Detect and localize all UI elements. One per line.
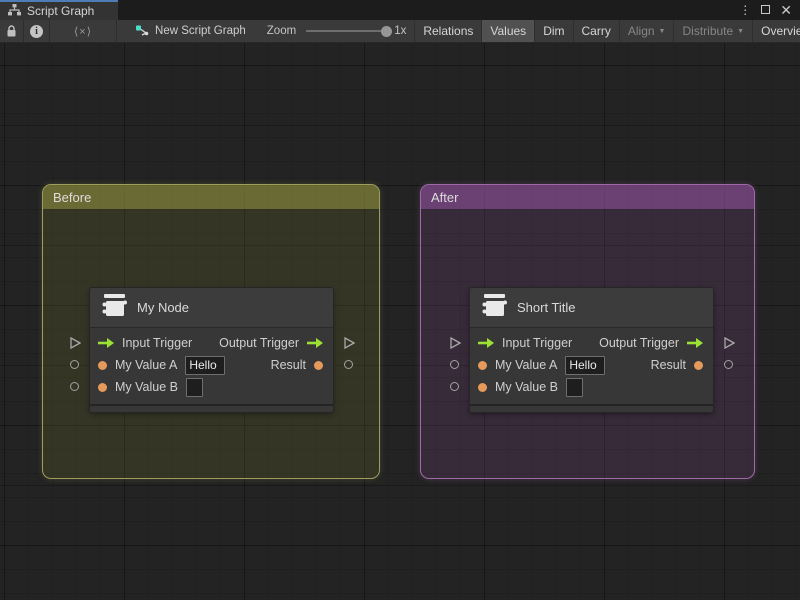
tab-bar: Script Graph ⋮ ✕ bbox=[0, 0, 800, 20]
zoom-slider[interactable] bbox=[306, 25, 393, 37]
value-a-port-icon[interactable] bbox=[478, 360, 487, 370]
external-result-port[interactable] bbox=[344, 360, 353, 369]
value-b-label: My Value B bbox=[115, 380, 178, 394]
input-trigger-port-icon[interactable] bbox=[98, 338, 114, 348]
external-output-trigger-port[interactable] bbox=[723, 337, 735, 349]
lock-icon bbox=[7, 24, 16, 36]
value-b-row: My Value B bbox=[470, 376, 713, 398]
external-value-a-port[interactable] bbox=[70, 360, 79, 369]
info-button[interactable]: i bbox=[24, 20, 49, 42]
code-icon: ⟨×⟩ bbox=[74, 25, 93, 38]
group-label: After bbox=[431, 189, 459, 205]
external-input-trigger-port[interactable] bbox=[69, 337, 81, 349]
new-script-graph-button[interactable]: New Script Graph bbox=[117, 20, 253, 42]
window-controls: ⋮ ✕ bbox=[731, 0, 800, 20]
node-title: Short Title bbox=[517, 300, 576, 315]
value-a-input[interactable] bbox=[565, 355, 606, 375]
info-icon: i bbox=[30, 24, 43, 38]
value-b-label: My Value B bbox=[495, 380, 558, 394]
node-my-node[interactable]: My Node Input Trigger Output Trigger My … bbox=[70, 288, 355, 412]
group-before-header[interactable]: Before bbox=[43, 185, 379, 209]
result-port-icon[interactable] bbox=[314, 360, 323, 370]
value-b-input[interactable] bbox=[566, 377, 583, 397]
zoom-slider-handle[interactable] bbox=[381, 25, 393, 37]
dim-button[interactable]: Dim bbox=[534, 20, 572, 42]
chevron-down-icon: ▼ bbox=[658, 27, 666, 35]
result-label: Result bbox=[650, 358, 686, 372]
value-b-row: My Value B bbox=[90, 376, 333, 398]
more-menu-icon[interactable]: ⋮ bbox=[739, 4, 751, 16]
external-value-b-port[interactable] bbox=[70, 382, 79, 391]
tab-title: Script Graph bbox=[27, 4, 95, 18]
output-trigger-port-icon[interactable] bbox=[307, 338, 323, 348]
value-a-row: My Value A Result bbox=[470, 354, 713, 376]
tabbar-spacer bbox=[118, 0, 731, 20]
value-a-label: My Value A bbox=[115, 358, 178, 372]
output-trigger-port-icon[interactable] bbox=[687, 338, 703, 348]
zoom-label: Zoom bbox=[266, 25, 297, 37]
graph-hierarchy-icon bbox=[8, 3, 21, 19]
graph-toolbar: i ⟨×⟩ New Script Graph Zoom 1x Relations… bbox=[0, 20, 800, 43]
external-input-trigger-port[interactable] bbox=[449, 337, 461, 349]
value-b-port-icon[interactable] bbox=[478, 382, 487, 392]
chevron-down-icon: ▼ bbox=[737, 27, 745, 35]
external-output-trigger-port[interactable] bbox=[343, 337, 355, 349]
output-trigger-label: Output Trigger bbox=[219, 336, 299, 350]
node-header[interactable]: My Node bbox=[90, 288, 333, 328]
distribute-dropdown[interactable]: Distribute ▼ bbox=[673, 20, 752, 42]
output-trigger-label: Output Trigger bbox=[599, 336, 679, 350]
value-b-port-icon[interactable] bbox=[98, 382, 107, 392]
external-value-b-port[interactable] bbox=[450, 382, 459, 391]
result-port-icon[interactable] bbox=[694, 360, 703, 370]
node-header[interactable]: Short Title bbox=[470, 288, 713, 328]
value-a-label: My Value A bbox=[495, 358, 558, 372]
external-value-a-port[interactable] bbox=[450, 360, 459, 369]
node-body: Input Trigger Output Trigger My Value A bbox=[470, 328, 713, 404]
input-trigger-label: Input Trigger bbox=[502, 336, 573, 350]
overview-button[interactable]: Overview bbox=[752, 20, 800, 42]
external-result-port[interactable] bbox=[724, 360, 733, 369]
new-graph-icon bbox=[136, 25, 149, 36]
relations-button[interactable]: Relations bbox=[414, 20, 481, 42]
new-graph-label: New Script Graph bbox=[155, 25, 246, 37]
value-a-port-icon[interactable] bbox=[98, 360, 107, 370]
lock-button[interactable] bbox=[0, 20, 23, 42]
trigger-row: Input Trigger Output Trigger bbox=[90, 332, 333, 354]
tab-script-graph[interactable]: Script Graph bbox=[0, 0, 118, 20]
values-button[interactable]: Values bbox=[481, 20, 535, 42]
script-graph-window: Script Graph ⋮ ✕ i ⟨×⟩ New Script Graph … bbox=[0, 0, 800, 600]
zoom-value: 1x bbox=[394, 25, 407, 37]
value-b-input[interactable] bbox=[186, 377, 203, 397]
node-title: My Node bbox=[137, 300, 190, 315]
unit-node-icon bbox=[480, 290, 507, 325]
node-body: Input Trigger Output Trigger My Value A bbox=[90, 328, 333, 404]
align-dropdown[interactable]: Align ▼ bbox=[618, 20, 674, 42]
carry-button[interactable]: Carry bbox=[572, 20, 619, 42]
group-after-header[interactable]: After bbox=[421, 185, 754, 209]
value-a-row: My Value A Result bbox=[90, 354, 333, 376]
input-trigger-port-icon[interactable] bbox=[478, 338, 494, 348]
node-footer bbox=[470, 404, 713, 412]
value-a-input[interactable] bbox=[185, 355, 226, 375]
input-trigger-label: Input Trigger bbox=[122, 336, 193, 350]
node-short-title[interactable]: Short Title Input Trigger Output Trigger bbox=[450, 288, 735, 412]
code-preview-button[interactable]: ⟨×⟩ bbox=[50, 20, 116, 42]
group-label: Before bbox=[53, 189, 92, 205]
close-icon[interactable]: ✕ bbox=[780, 3, 792, 17]
maximize-icon[interactable] bbox=[761, 1, 771, 19]
node-footer bbox=[90, 404, 333, 412]
graph-canvas[interactable]: Before After My Node Input Trigger Outpu… bbox=[0, 43, 800, 600]
result-label: Result bbox=[270, 358, 306, 372]
trigger-row: Input Trigger Output Trigger bbox=[470, 332, 713, 354]
unit-node-icon bbox=[100, 290, 127, 325]
